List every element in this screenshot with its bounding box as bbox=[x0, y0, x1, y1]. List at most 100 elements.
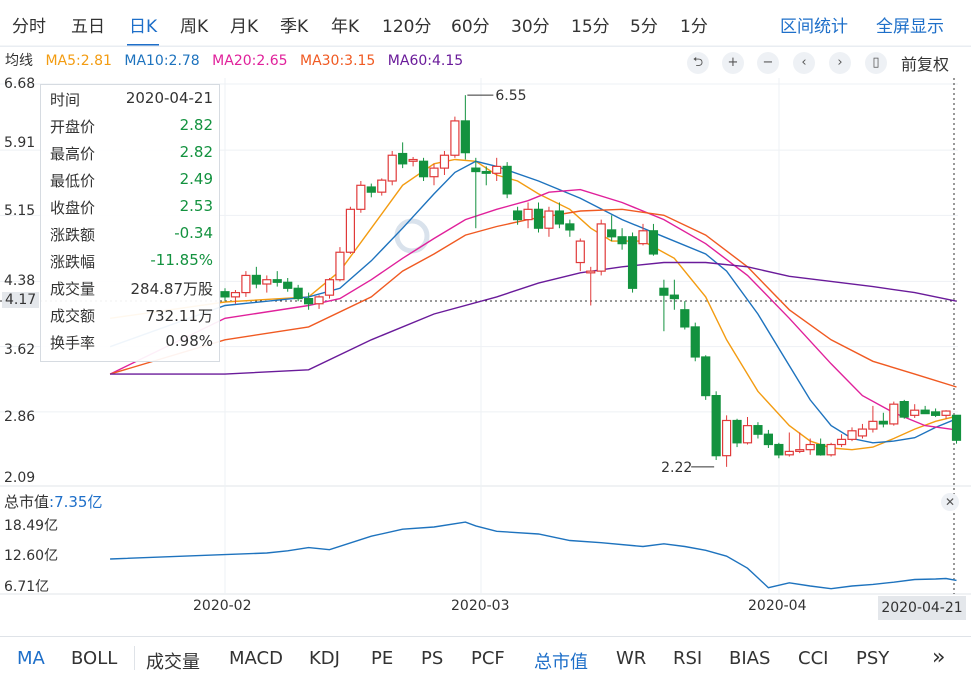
candle-body bbox=[889, 403, 899, 425]
candle-body bbox=[377, 179, 387, 193]
candle-body bbox=[324, 279, 335, 296]
candle-body bbox=[784, 450, 794, 456]
mv-y-tick-label: 6.71亿 bbox=[4, 579, 50, 595]
candle-body bbox=[941, 410, 951, 416]
candle-body bbox=[899, 401, 909, 418]
candle-body bbox=[314, 296, 324, 305]
tooltip-key: 成交额 bbox=[50, 307, 96, 325]
ma10-line bbox=[109, 160, 957, 444]
tooltip-key: 收盘价 bbox=[50, 199, 96, 217]
tab-rsi[interactable]: RSI bbox=[673, 648, 702, 669]
tab-psy[interactable]: PSY bbox=[856, 648, 889, 669]
candle-body bbox=[533, 208, 544, 229]
x-axis-label: 2020-04 bbox=[748, 598, 807, 614]
tab-ma[interactable]: MA bbox=[17, 648, 45, 669]
candle-body bbox=[607, 229, 617, 238]
tooltip-value: 2020-04-21 bbox=[125, 89, 213, 107]
tab-volume[interactable]: 成交量 bbox=[146, 648, 200, 674]
more-tabs-icon[interactable]: » bbox=[932, 645, 945, 670]
candle-body bbox=[523, 208, 533, 221]
candle-body bbox=[293, 287, 303, 300]
candle-body bbox=[951, 414, 962, 441]
market-value-title: 总市值 bbox=[4, 493, 50, 511]
tab-ps[interactable]: PS bbox=[421, 648, 443, 669]
candle-body bbox=[283, 281, 293, 289]
candle-body bbox=[554, 210, 565, 225]
y-tick-label: 2.09 bbox=[4, 470, 36, 486]
candle-body bbox=[471, 167, 481, 173]
ma30-line bbox=[109, 208, 957, 388]
candle-body bbox=[345, 208, 355, 253]
tooltip-key: 涨跌幅 bbox=[50, 253, 96, 271]
candle-body bbox=[356, 184, 366, 210]
mv-y-tick-label: 18.49亿 bbox=[4, 518, 59, 534]
candle-body bbox=[418, 160, 429, 178]
tooltip-value: -11.85% bbox=[150, 251, 213, 269]
tooltip-key: 开盘价 bbox=[50, 118, 96, 136]
tooltip-value: 2.53 bbox=[179, 197, 213, 215]
candle-body bbox=[648, 230, 659, 255]
tab-wr[interactable]: WR bbox=[616, 648, 646, 669]
y-tick-label: 3.62 bbox=[4, 342, 36, 358]
candle-body bbox=[262, 279, 272, 285]
candle-body bbox=[439, 154, 450, 169]
candle-body bbox=[753, 425, 763, 435]
tab-pcf[interactable]: PCF bbox=[471, 648, 505, 669]
market-value-line bbox=[110, 521, 957, 590]
candle-body bbox=[575, 240, 585, 264]
candle-body bbox=[680, 309, 690, 328]
ma60-line bbox=[110, 261, 957, 375]
candle-body bbox=[251, 274, 261, 285]
candle-body bbox=[690, 326, 700, 358]
candle-body bbox=[826, 443, 836, 456]
candle-body bbox=[669, 294, 679, 300]
tooltip-value: -0.34 bbox=[174, 224, 213, 242]
ohlc-tooltip: 时间 2020-04-21 开盘价 2.82 最高价 2.82 最低价 2.49 收盘价… bbox=[40, 84, 220, 362]
y-tick-label: 4.38 bbox=[4, 273, 36, 289]
candle-body bbox=[805, 443, 815, 451]
x-axis-label: 2020-03 bbox=[451, 598, 510, 614]
candle-body bbox=[492, 165, 502, 174]
tab-cci[interactable]: CCI bbox=[798, 648, 828, 669]
close-icon[interactable]: ✕ bbox=[941, 493, 959, 511]
y-tick-label: 5.15 bbox=[4, 203, 36, 219]
tooltip-key: 成交量 bbox=[50, 280, 96, 298]
market-value-header: 总市值:7.35亿 bbox=[4, 491, 102, 512]
candle-body bbox=[387, 154, 397, 182]
candle-body bbox=[910, 409, 920, 416]
tooltip-key: 涨跌额 bbox=[50, 226, 96, 244]
tab-pe[interactable]: PE bbox=[371, 648, 393, 669]
tab-separator bbox=[134, 646, 135, 670]
current-price-label: 4.17 bbox=[2, 292, 40, 308]
tooltip-value: 0.98% bbox=[165, 332, 213, 350]
tooltip-value: 732.11万 bbox=[145, 307, 214, 325]
candle-body bbox=[701, 356, 711, 397]
candle-body bbox=[220, 291, 230, 298]
low-label: 2.22 bbox=[661, 460, 692, 476]
ma20-line bbox=[109, 188, 957, 431]
candle-body bbox=[659, 287, 669, 296]
tooltip-key: 时间 bbox=[50, 91, 81, 109]
candle-body bbox=[711, 394, 721, 457]
candle-body bbox=[857, 428, 868, 437]
tooltip-key: 最低价 bbox=[50, 172, 96, 190]
market-value-current: :7.35亿 bbox=[49, 493, 103, 511]
tooltip-value: 284.87万股 bbox=[130, 280, 214, 298]
tab-market-value[interactable]: 总市值 bbox=[534, 648, 588, 674]
tab-bias[interactable]: BIAS bbox=[729, 648, 770, 669]
mv-y-tick-label: 12.60亿 bbox=[4, 548, 59, 564]
candle-body bbox=[481, 170, 491, 174]
tooltip-value: 2.82 bbox=[179, 143, 213, 161]
tab-kdj[interactable]: KDJ bbox=[309, 648, 340, 669]
candle-body bbox=[847, 430, 857, 440]
candle-body bbox=[868, 420, 878, 430]
tooltip-key: 最高价 bbox=[50, 145, 96, 163]
candle-body bbox=[774, 443, 784, 456]
candle-body bbox=[732, 419, 742, 444]
crosshair-date-label: 2020-04-21 bbox=[878, 596, 966, 620]
y-tick-label: 2.86 bbox=[4, 409, 36, 425]
y-tick-label: 5.91 bbox=[4, 135, 36, 151]
candle-body bbox=[241, 274, 251, 294]
tab-boll[interactable]: BOLL bbox=[71, 648, 117, 669]
tab-macd[interactable]: MACD bbox=[229, 648, 283, 669]
